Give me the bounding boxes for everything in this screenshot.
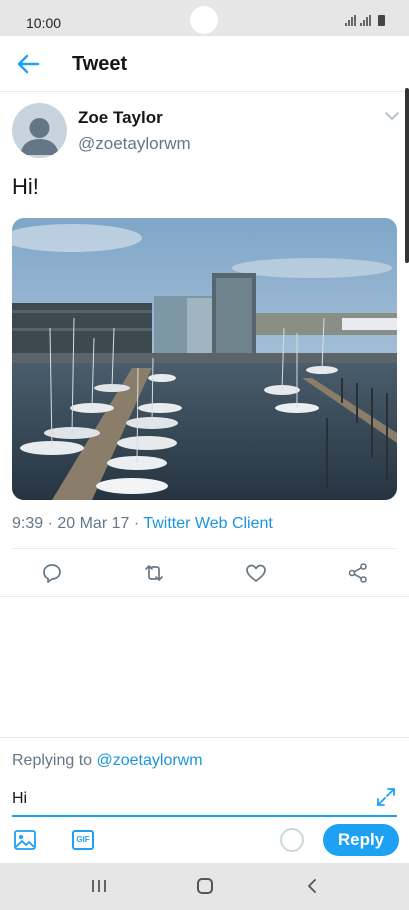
expand-icon[interactable] (376, 787, 396, 807)
default-avatar-icon (20, 118, 59, 155)
retweet-icon[interactable] (142, 561, 166, 585)
app-header: Tweet (0, 36, 409, 92)
tweet-timestamp: 9:39 · 20 Mar 17 · (12, 515, 144, 532)
heart-icon[interactable] (244, 561, 268, 585)
character-count-ring (280, 828, 304, 852)
tweet-meta: 9:39 · 20 Mar 17 · Twitter Web Client (12, 515, 273, 533)
comment-icon[interactable] (40, 561, 64, 585)
image-icon[interactable] (13, 829, 37, 851)
page-title: Tweet (72, 53, 128, 75)
home-icon[interactable] (197, 878, 213, 894)
tweet-photo[interactable] (12, 218, 397, 500)
recents-icon[interactable] (91, 879, 107, 893)
status-bar: 10:00 (0, 0, 409, 36)
tweet-source-link[interactable]: Twitter Web Client (143, 515, 273, 532)
battery-icon (378, 15, 385, 26)
tweet-text: Hi! (12, 174, 39, 199)
share-icon[interactable] (346, 561, 370, 585)
status-icons (345, 15, 385, 26)
reply-input[interactable] (12, 786, 372, 812)
status-time: 10:00 (26, 15, 62, 31)
avatar[interactable] (12, 103, 67, 158)
replying-to-handle[interactable]: @zoetaylorwm (97, 752, 203, 769)
arrow-left-icon[interactable] (16, 53, 40, 75)
system-nav-bar (0, 863, 409, 910)
replying-to: Replying to @zoetaylorwm (12, 752, 203, 770)
user-name[interactable]: Zoe Taylor (78, 108, 163, 128)
nav-back-icon[interactable] (306, 879, 318, 893)
camera-notch (190, 6, 218, 34)
divider (0, 596, 409, 597)
divider (12, 548, 397, 549)
scroll-indicator (405, 88, 409, 263)
cell-signal-icon (360, 15, 371, 26)
user-handle[interactable]: @zoetaylorwm (78, 134, 191, 154)
composer-divider (0, 737, 409, 738)
gif-icon[interactable]: GIF (72, 830, 94, 850)
replying-to-label: Replying to (12, 752, 97, 769)
reply-button[interactable]: Reply (323, 824, 399, 856)
reply-input-underline (12, 815, 397, 817)
wifi-signal-icon (345, 15, 356, 26)
chevron-down-icon[interactable] (385, 111, 399, 121)
marina-photo (12, 218, 397, 500)
tweet-actions (0, 558, 409, 588)
